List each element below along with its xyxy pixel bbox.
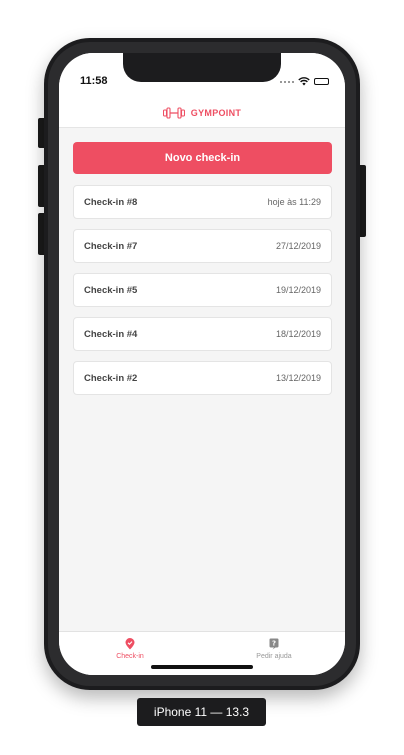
svg-text:?: ? <box>272 640 276 648</box>
app-header: GYMPOINT <box>59 99 345 128</box>
checkin-title: Check-in #8 <box>84 196 138 208</box>
checkin-item[interactable]: Check-in #5 19/12/2019 <box>73 273 332 307</box>
device-label: iPhone 11 — 13.3 <box>137 698 266 726</box>
home-indicator[interactable] <box>151 665 253 669</box>
new-checkin-button[interactable]: Novo check-in <box>73 142 332 174</box>
tab-help-label: Pedir ajuda <box>256 653 292 660</box>
checkin-date: 27/12/2019 <box>275 241 321 251</box>
checkin-title: Check-in #2 <box>84 372 138 384</box>
signal-icon <box>280 80 294 83</box>
wifi-icon <box>298 77 310 86</box>
status-icons <box>280 77 329 86</box>
checkin-item[interactable]: Check-in #8 hoje às 11:29 <box>73 185 332 219</box>
checkin-title: Check-in #4 <box>84 328 138 340</box>
location-pin-icon <box>125 638 135 650</box>
checkin-title: Check-in #7 <box>84 240 138 252</box>
checkin-content: Novo check-in Check-in #8 hoje às 11:29 … <box>59 129 345 631</box>
checkin-date: 13/12/2019 <box>275 373 321 383</box>
status-time: 11:58 <box>80 75 108 87</box>
battery-icon <box>314 78 329 85</box>
dumbbell-logo-icon <box>162 107 185 119</box>
checkin-item[interactable]: Check-in #2 13/12/2019 <box>73 361 332 395</box>
checkin-date: 18/12/2019 <box>275 329 321 339</box>
checkin-date: 19/12/2019 <box>275 285 321 295</box>
help-icon: ? <box>269 638 279 650</box>
brand-name: GYMPOINT <box>190 108 242 118</box>
notch <box>123 53 281 82</box>
tab-help[interactable]: ? Pedir ajuda <box>224 638 324 660</box>
phone-frame: 11:58 GYMPOINT Novo check-in Check-in #8… <box>44 38 360 690</box>
checkin-list: Check-in #8 hoje às 11:29 Check-in #7 27… <box>73 185 332 405</box>
checkin-item[interactable]: Check-in #7 27/12/2019 <box>73 229 332 263</box>
app-screen: 11:58 GYMPOINT Novo check-in Check-in #8… <box>59 53 345 675</box>
checkin-item[interactable]: Check-in #4 18/12/2019 <box>73 317 332 351</box>
checkin-title: Check-in #5 <box>84 284 138 296</box>
tab-checkin[interactable]: Check-in <box>80 638 180 660</box>
tab-checkin-label: Check-in <box>116 653 144 660</box>
simulator-page: 11:58 GYMPOINT Novo check-in Check-in #8… <box>0 0 404 755</box>
checkin-date: hoje às 11:29 <box>267 197 321 207</box>
